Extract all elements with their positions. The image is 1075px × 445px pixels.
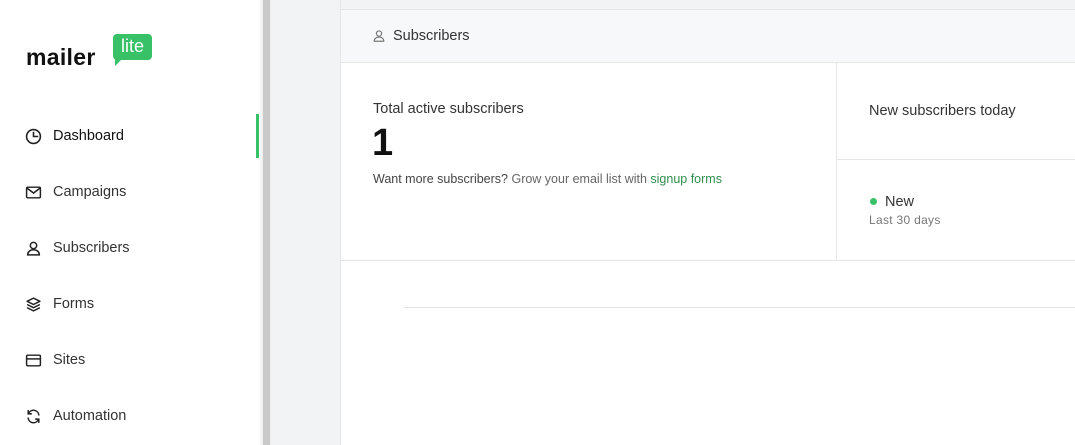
layers-icon bbox=[26, 297, 41, 312]
legend-label: New bbox=[885, 194, 915, 210]
logo-badge-tail bbox=[115, 58, 123, 66]
new-subscribers-card: New subscribers today New Last 30 days bbox=[837, 63, 1075, 260]
sidebar-scrollbar[interactable] bbox=[262, 0, 272, 445]
sidebar-item-forms[interactable]: Forms bbox=[0, 284, 258, 324]
legend-period: Last 30 days bbox=[869, 213, 941, 227]
section-divider bbox=[341, 260, 1075, 261]
sidebar-item-subscribers[interactable]: Subscribers bbox=[0, 228, 258, 268]
section-header: Subscribers bbox=[341, 10, 1075, 63]
hint-text: Grow your email list with bbox=[508, 172, 651, 186]
legend-dot bbox=[870, 198, 877, 205]
user-icon bbox=[373, 30, 385, 42]
sidebar-item-campaigns[interactable]: Campaigns bbox=[0, 172, 258, 212]
new-subscribers-label: New subscribers today bbox=[869, 103, 1016, 119]
total-subscribers-card: Total active subscribers 1 Want more sub… bbox=[341, 63, 837, 260]
section-title: Subscribers bbox=[393, 28, 470, 44]
sidebar-item-dashboard[interactable]: Dashboard bbox=[0, 114, 259, 158]
main-panel: Subscribers Total active subscribers 1 W… bbox=[340, 0, 1075, 445]
sidebar-item-label: Subscribers bbox=[53, 240, 130, 256]
hint-question: Want more subscribers? bbox=[373, 172, 508, 186]
subscribers-hint: Want more subscribers? Grow your email l… bbox=[373, 172, 722, 186]
refresh-icon bbox=[27, 409, 40, 424]
new-subscribers-header: New subscribers today bbox=[837, 63, 1075, 160]
logo-badge: lite bbox=[113, 34, 152, 60]
sidebar-item-sites[interactable]: Sites bbox=[0, 340, 258, 380]
sidebar: mailer lite Dashboard Campaigns Subscrib… bbox=[0, 0, 260, 445]
scrollbar-thumb[interactable] bbox=[263, 0, 270, 445]
total-subscribers-label: Total active subscribers bbox=[373, 101, 524, 117]
content-gutter bbox=[272, 0, 340, 445]
dashboard-icon bbox=[25, 128, 42, 145]
browser-icon bbox=[25, 354, 42, 367]
sidebar-item-label: Automation bbox=[53, 408, 127, 424]
chart-baseline bbox=[404, 307, 1075, 308]
signup-forms-link[interactable]: signup forms bbox=[650, 172, 722, 186]
sidebar-item-label: Dashboard bbox=[53, 128, 124, 144]
sidebar-item-label: Campaigns bbox=[53, 184, 127, 200]
user-icon bbox=[26, 241, 41, 256]
sidebar-item-label: Sites bbox=[53, 352, 86, 368]
logo-word: mailer bbox=[26, 44, 96, 70]
total-subscribers-value: 1 bbox=[372, 122, 394, 164]
sidebar-item-label: Forms bbox=[53, 296, 95, 312]
sidebar-item-automation[interactable]: Automation bbox=[0, 396, 258, 436]
active-indicator bbox=[256, 114, 259, 158]
mail-icon bbox=[25, 186, 42, 199]
top-strip bbox=[341, 0, 1075, 10]
